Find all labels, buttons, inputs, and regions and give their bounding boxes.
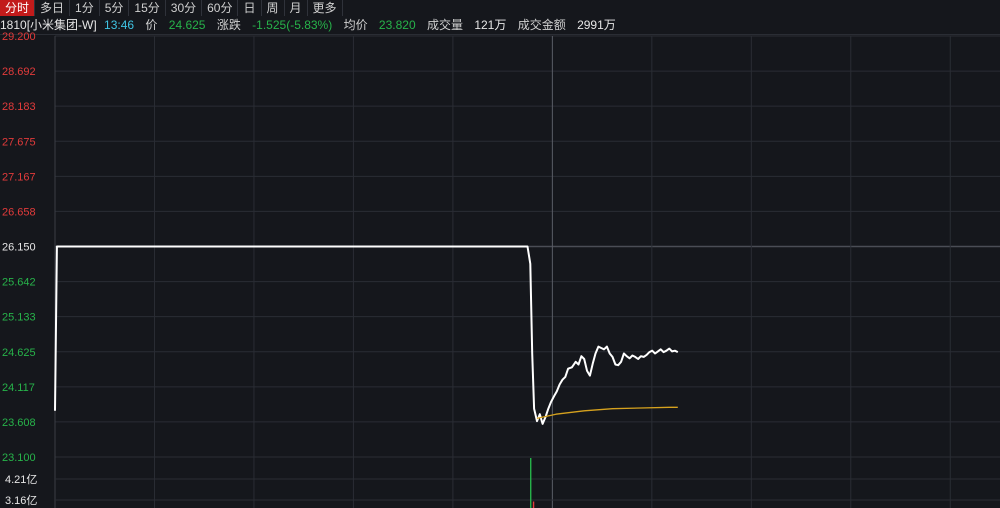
- volume-bar: [532, 501, 535, 508]
- price-axis-labels: 29.200 28.692 28.183 27.675 27.167 26.658 26.1…: [2, 31, 36, 464]
- price-tick-label: 24.117: [2, 382, 35, 394]
- price-tick-label: 27.167: [2, 171, 36, 183]
- chart-series: [54, 245, 679, 425]
- price-tick-label: 27.675: [2, 136, 36, 148]
- price-tick-label: 24.625: [2, 347, 36, 359]
- intraday-chart[interactable]: 29.200 28.692 28.183 27.675 27.167 26.658 26.1…: [0, 0, 1000, 508]
- price-tick-label: 25.642: [2, 277, 36, 289]
- price-tick-label: 28.692: [2, 66, 36, 78]
- price-tick-label: 29.200: [2, 31, 36, 43]
- volume-bar: [530, 458, 532, 508]
- price-tick-label: 28.183: [2, 101, 36, 113]
- volume-tick-label: 3.16亿: [5, 494, 37, 507]
- average-price-line: [536, 406, 678, 420]
- volume-axis-labels: 4.21亿 3.16亿: [5, 473, 37, 507]
- price-tick-label: 25.133: [2, 312, 36, 324]
- price-tick-label: 26.150: [2, 242, 36, 254]
- price-tick-label: 26.658: [2, 206, 36, 218]
- price-tick-label: 23.100: [2, 452, 36, 464]
- price-tick-label: 23.608: [2, 417, 36, 429]
- chart-grid: [54, 35, 1000, 508]
- price-line: [54, 245, 679, 425]
- volume-tick-label: 4.21亿: [5, 473, 37, 486]
